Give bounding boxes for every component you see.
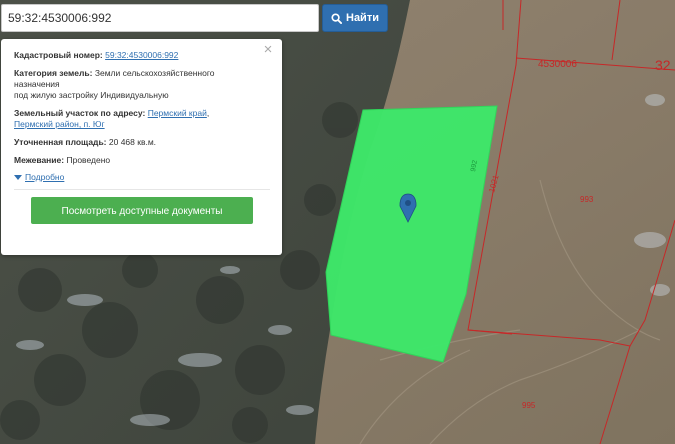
cadastral-number-link[interactable]: 59:32:4530006:992	[105, 50, 178, 60]
land-category-value-3: под жилую застройку Индивидуальную	[14, 90, 169, 100]
address-separator: ,	[206, 108, 210, 118]
cadastral-number-row: Кадастровый номер: 59:32:4530006:992	[14, 50, 270, 61]
address-row: Земельный участок по адресу: Пермский кр…	[14, 108, 270, 130]
district-label: 32	[655, 57, 671, 73]
details-toggle[interactable]: Подробно	[14, 172, 270, 183]
search-box[interactable]	[1, 4, 319, 32]
parcel-info-popup: × Кадастровый номер: 59:32:4530006:992 К…	[1, 39, 282, 255]
search-input[interactable]	[2, 5, 314, 31]
survey-value: Проведено	[66, 155, 111, 165]
land-category-row: Категория земель: Земли сельскохозяйстве…	[14, 68, 270, 101]
search-button[interactable]: Найти	[322, 4, 388, 32]
plot-label-995: 995	[522, 401, 536, 410]
close-icon[interactable]: ×	[262, 42, 274, 57]
area-label: Уточненная площадь:	[14, 137, 107, 147]
address-region-link[interactable]: Пермский край	[148, 108, 207, 118]
search-icon	[331, 12, 342, 24]
plot-label-993: 993	[580, 195, 594, 204]
view-documents-button[interactable]: Посмотреть доступные документы	[31, 197, 253, 224]
address-locality-link[interactable]: Пермский район, п. Юг	[14, 119, 105, 129]
land-category-label: Категория земель:	[14, 68, 93, 78]
survey-row: Межевание: Проведено	[14, 155, 270, 166]
address-label: Земельный участок по адресу:	[14, 108, 146, 118]
area-row: Уточненная площадь: 20 468 кв.м.	[14, 137, 270, 148]
details-link[interactable]: Подробно	[25, 172, 64, 183]
triangle-down-icon	[14, 175, 22, 180]
search-button-label: Найти	[346, 12, 379, 24]
land-category-value-1: Земли сельскохозяйственного	[94, 68, 215, 78]
survey-label: Межевание:	[14, 155, 65, 165]
area-value: 20 468 кв.м.	[108, 137, 157, 147]
cadastral-number-label: Кадастровый номер:	[14, 50, 103, 60]
divider	[14, 189, 270, 190]
quarter-label: 4530006	[538, 59, 577, 70]
land-category-value-2: назначения	[14, 79, 60, 89]
